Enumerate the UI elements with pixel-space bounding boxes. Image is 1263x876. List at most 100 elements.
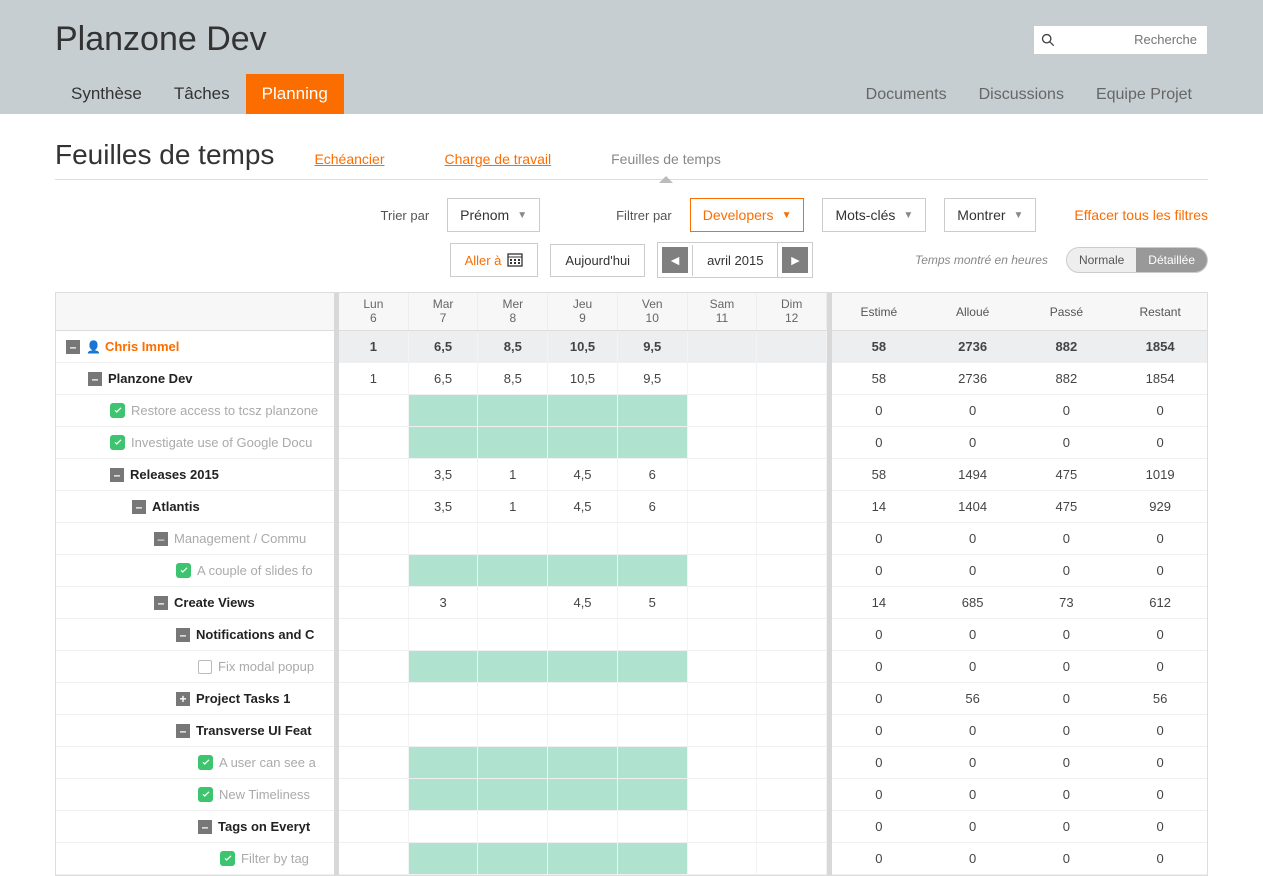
collapse-icon[interactable] xyxy=(154,596,168,610)
day-cell[interactable]: 1 xyxy=(478,491,548,522)
day-cell[interactable]: 3,5 xyxy=(409,459,479,490)
day-cell[interactable] xyxy=(478,811,548,842)
subtab[interactable]: Feuilles de temps xyxy=(611,151,721,167)
day-cell[interactable] xyxy=(757,651,827,682)
day-cell[interactable] xyxy=(478,715,548,746)
day-cell[interactable] xyxy=(757,523,827,554)
day-cell[interactable] xyxy=(688,555,758,586)
day-cell[interactable] xyxy=(757,843,827,874)
prev-period-button[interactable]: ◄ xyxy=(658,243,692,277)
day-cell[interactable] xyxy=(548,683,618,714)
expand-icon[interactable] xyxy=(176,692,190,706)
day-cell[interactable] xyxy=(688,715,758,746)
tree-row[interactable]: Planzone Dev xyxy=(56,363,334,395)
day-cell[interactable] xyxy=(548,555,618,586)
day-cell[interactable] xyxy=(548,747,618,778)
day-cell[interactable] xyxy=(478,747,548,778)
day-cell[interactable] xyxy=(409,651,479,682)
tree-row[interactable]: A couple of slides fo xyxy=(56,555,334,587)
day-cell[interactable] xyxy=(688,747,758,778)
day-cell[interactable] xyxy=(478,843,548,874)
tree-row[interactable]: Fix modal popup xyxy=(56,651,334,683)
tree-row[interactable]: Transverse UI Feat xyxy=(56,715,334,747)
day-cell[interactable]: 6 xyxy=(618,459,688,490)
day-cell[interactable] xyxy=(688,811,758,842)
nav-tab[interactable]: Synthèse xyxy=(55,74,158,114)
day-cell[interactable]: 4,5 xyxy=(548,491,618,522)
day-cell[interactable] xyxy=(339,555,409,586)
day-cell[interactable] xyxy=(757,555,827,586)
day-cell[interactable]: 6 xyxy=(618,491,688,522)
filter-select[interactable]: Developers ▼ xyxy=(690,198,805,232)
day-cell[interactable] xyxy=(688,363,758,394)
day-cell[interactable] xyxy=(409,395,479,426)
collapse-icon[interactable] xyxy=(132,500,146,514)
day-cell[interactable]: 6,5 xyxy=(409,331,479,362)
day-cell[interactable] xyxy=(757,491,827,522)
day-cell[interactable] xyxy=(478,395,548,426)
clear-filters-link[interactable]: Effacer tous les filtres xyxy=(1074,207,1208,223)
day-cell[interactable] xyxy=(618,779,688,810)
day-cell[interactable] xyxy=(688,427,758,458)
day-cell[interactable] xyxy=(409,843,479,874)
collapse-icon[interactable] xyxy=(198,820,212,834)
day-cell[interactable] xyxy=(339,683,409,714)
day-cell[interactable]: 8,5 xyxy=(478,363,548,394)
day-cell[interactable] xyxy=(409,619,479,650)
day-cell[interactable] xyxy=(339,747,409,778)
collapse-icon[interactable] xyxy=(176,724,190,738)
day-cell[interactable]: 6,5 xyxy=(409,363,479,394)
day-cell[interactable] xyxy=(618,395,688,426)
tree-row[interactable]: Releases 2015 xyxy=(56,459,334,491)
day-cell[interactable] xyxy=(618,843,688,874)
day-cell[interactable] xyxy=(478,555,548,586)
sort-select[interactable]: Prénom ▼ xyxy=(447,198,540,232)
day-cell[interactable] xyxy=(339,619,409,650)
day-cell[interactable] xyxy=(339,651,409,682)
day-cell[interactable]: 4,5 xyxy=(548,459,618,490)
day-cell[interactable] xyxy=(339,459,409,490)
day-cell[interactable] xyxy=(339,587,409,618)
day-cell[interactable]: 1 xyxy=(339,331,409,362)
day-cell[interactable]: 4,5 xyxy=(548,587,618,618)
day-cell[interactable]: 3,5 xyxy=(409,491,479,522)
day-cell[interactable] xyxy=(548,427,618,458)
day-cell[interactable] xyxy=(548,395,618,426)
day-cell[interactable] xyxy=(409,715,479,746)
day-cell[interactable] xyxy=(618,715,688,746)
day-cell[interactable] xyxy=(618,811,688,842)
day-cell[interactable] xyxy=(618,619,688,650)
day-cell[interactable] xyxy=(757,747,827,778)
collapse-icon[interactable] xyxy=(88,372,102,386)
nav-tab[interactable]: Tâches xyxy=(158,74,246,114)
next-period-button[interactable]: ► xyxy=(777,243,812,277)
day-cell[interactable]: 8,5 xyxy=(478,331,548,362)
day-cell[interactable] xyxy=(688,395,758,426)
day-cell[interactable] xyxy=(757,811,827,842)
day-cell[interactable] xyxy=(478,523,548,554)
tree-row[interactable]: New Timeliness xyxy=(56,779,334,811)
today-button[interactable]: Aujourd'hui xyxy=(551,245,644,276)
tree-row[interactable]: 👤Chris Immel xyxy=(56,331,334,363)
day-cell[interactable] xyxy=(688,491,758,522)
day-cell[interactable] xyxy=(757,395,827,426)
day-cell[interactable] xyxy=(618,427,688,458)
view-detail-button[interactable]: Détaillée xyxy=(1136,248,1207,272)
day-cell[interactable] xyxy=(409,683,479,714)
day-cell[interactable] xyxy=(688,843,758,874)
nav-tab[interactable]: Documents xyxy=(850,76,963,114)
collapse-icon[interactable] xyxy=(154,532,168,546)
tree-row[interactable]: Tags on Everyt xyxy=(56,811,334,843)
day-cell[interactable] xyxy=(757,427,827,458)
day-cell[interactable] xyxy=(618,555,688,586)
day-cell[interactable] xyxy=(618,523,688,554)
tree-row[interactable]: Restore access to tcsz planzone xyxy=(56,395,334,427)
nav-tab[interactable]: Discussions xyxy=(963,76,1080,114)
day-cell[interactable] xyxy=(548,811,618,842)
day-cell[interactable] xyxy=(339,427,409,458)
day-cell[interactable] xyxy=(339,523,409,554)
tree-row[interactable]: Management / Commu xyxy=(56,523,334,555)
day-cell[interactable] xyxy=(757,683,827,714)
day-cell[interactable]: 1 xyxy=(339,363,409,394)
nav-tab[interactable]: Planning xyxy=(246,74,344,114)
